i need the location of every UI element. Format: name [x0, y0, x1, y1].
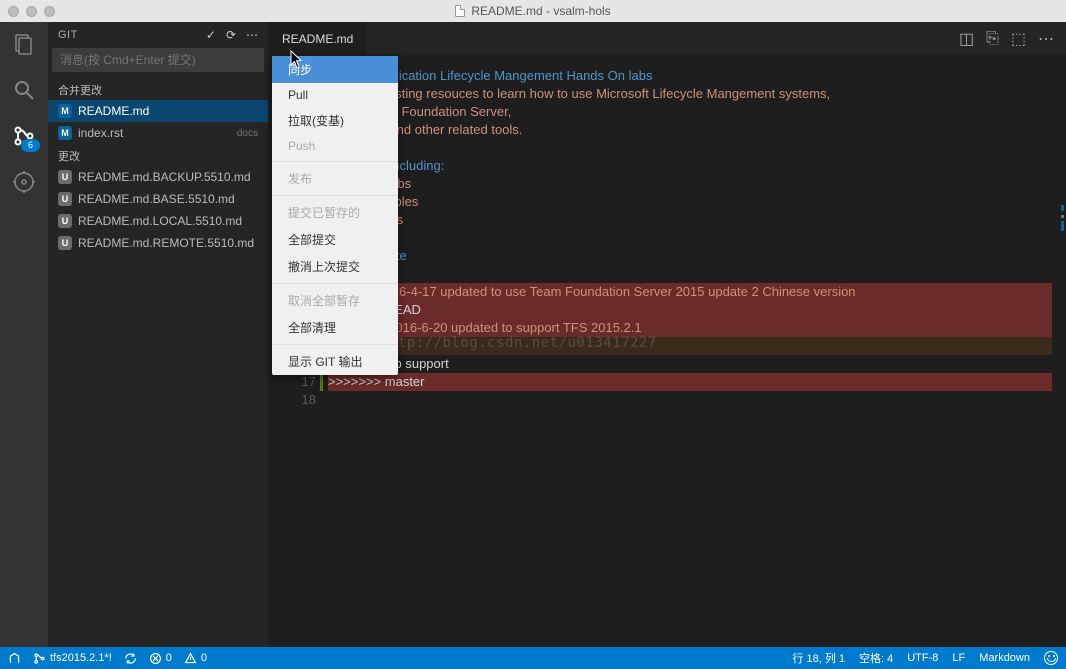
commit-message-input[interactable]	[52, 48, 264, 72]
tab-readme[interactable]: README.md	[268, 22, 368, 55]
file-row[interactable]: M README.md	[48, 100, 268, 122]
file-name: index.rst	[78, 126, 231, 140]
minimize-dot[interactable]	[26, 6, 37, 17]
group-changes[interactable]: 更改	[48, 144, 268, 166]
menu-item: 取消全部暂存	[272, 287, 398, 314]
panel-title: GIT	[58, 29, 78, 41]
more-tab-icon[interactable]: ⋯	[1038, 29, 1054, 49]
mouse-cursor-icon	[290, 50, 304, 70]
menu-item: Push	[272, 134, 398, 158]
group-merge[interactable]: 合并更改	[48, 78, 268, 100]
watermark-text: http://blog.csdn.net/u013417227	[380, 335, 657, 351]
menu-item[interactable]: Pull	[272, 83, 398, 107]
status-badge-u: U	[58, 214, 72, 228]
status-spaces[interactable]: 空格: 4	[859, 650, 893, 666]
file-name: README.md	[78, 104, 258, 118]
tab-bar: README.md ◫ ⎘ ⬚ ⋯	[268, 22, 1066, 55]
status-warnings[interactable]: 0	[184, 652, 207, 665]
menu-item: 发布	[272, 165, 398, 192]
status-badge-u: U	[58, 236, 72, 250]
tab-label: README.md	[282, 32, 353, 46]
search-icon[interactable]	[10, 76, 38, 104]
minimap[interactable]	[1052, 55, 1066, 647]
file-row[interactable]: U README.md.REMOTE.5510.md	[48, 232, 268, 254]
status-sync-icon[interactable]	[124, 652, 137, 665]
file-name: README.md.BASE.5510.md	[78, 192, 258, 206]
git-context-menu[interactable]: 同步Pull拉取(变基)Push发布提交已暂存的全部提交撤消上次提交取消全部暂存…	[272, 56, 398, 375]
status-lang[interactable]: Markdown	[979, 652, 1030, 664]
branch-name: tfs2015.2.1*!	[50, 652, 112, 664]
menu-item[interactable]: 显示 GIT 输出	[272, 348, 398, 375]
status-line-col[interactable]: 行 18, 列 1	[792, 650, 845, 666]
traffic-lights[interactable]	[8, 6, 55, 17]
status-eol[interactable]: LF	[952, 652, 965, 664]
status-badge-m: M	[58, 104, 72, 118]
preview-icon[interactable]: ⬚	[1011, 29, 1026, 49]
close-dot[interactable]	[8, 6, 19, 17]
split-editor-icon[interactable]: ◫	[959, 29, 974, 49]
status-errors[interactable]: 0	[149, 652, 172, 665]
menu-item[interactable]: 拉取(变基)	[272, 107, 398, 134]
debug-icon[interactable]	[10, 168, 38, 196]
mac-titlebar: README.md - vsalm-hols	[0, 0, 1066, 22]
open-changes-icon[interactable]: ⎘	[986, 30, 999, 48]
menu-item[interactable]: 全部提交	[272, 226, 398, 253]
file-name: README.md.BACKUP.5510.md	[78, 170, 258, 184]
refresh-icon[interactable]: ⟳	[226, 28, 236, 42]
status-badge-u: U	[58, 170, 72, 184]
status-encoding[interactable]: UTF-8	[907, 652, 938, 664]
window-title: README.md - vsalm-hols	[471, 4, 610, 18]
status-branch[interactable]: tfs2015.2.1*!	[33, 652, 112, 665]
more-icon[interactable]: ⋯	[246, 28, 258, 42]
menu-item[interactable]: 全部清理	[272, 314, 398, 341]
commit-icon[interactable]: ✓	[206, 28, 216, 42]
zoom-dot[interactable]	[44, 6, 55, 17]
menu-item: 提交已暂存的	[272, 199, 398, 226]
status-badge-m: M	[58, 126, 72, 140]
file-meta: docs	[237, 128, 258, 139]
status-bar: tfs2015.2.1*! 0 0 行 18, 列 1 空格: 4 UTF-8 …	[0, 647, 1066, 669]
git-panel: GIT ✓ ⟳ ⋯ 合并更改 M README.md M index.rst d…	[48, 22, 268, 647]
file-name: README.md.REMOTE.5510.md	[78, 236, 258, 250]
file-row[interactable]: U README.md.BASE.5510.md	[48, 188, 268, 210]
activity-bar	[0, 22, 48, 647]
menu-item[interactable]: 撤消上次提交	[272, 253, 398, 280]
explorer-icon[interactable]	[10, 30, 38, 58]
feedback-icon[interactable]	[1044, 651, 1058, 665]
status-badge-u: U	[58, 192, 72, 206]
file-icon	[455, 5, 465, 17]
status-remote-icon[interactable]	[8, 652, 21, 665]
file-row[interactable]: U README.md.BACKUP.5510.md	[48, 166, 268, 188]
file-row[interactable]: M index.rst docs	[48, 122, 268, 144]
file-name: README.md.LOCAL.5510.md	[78, 214, 258, 228]
code-lines[interactable]: icrosoft Application Lifecycle Mangement…	[324, 55, 1066, 647]
file-row[interactable]: U README.md.LOCAL.5510.md	[48, 210, 268, 232]
scm-icon[interactable]	[10, 122, 38, 150]
